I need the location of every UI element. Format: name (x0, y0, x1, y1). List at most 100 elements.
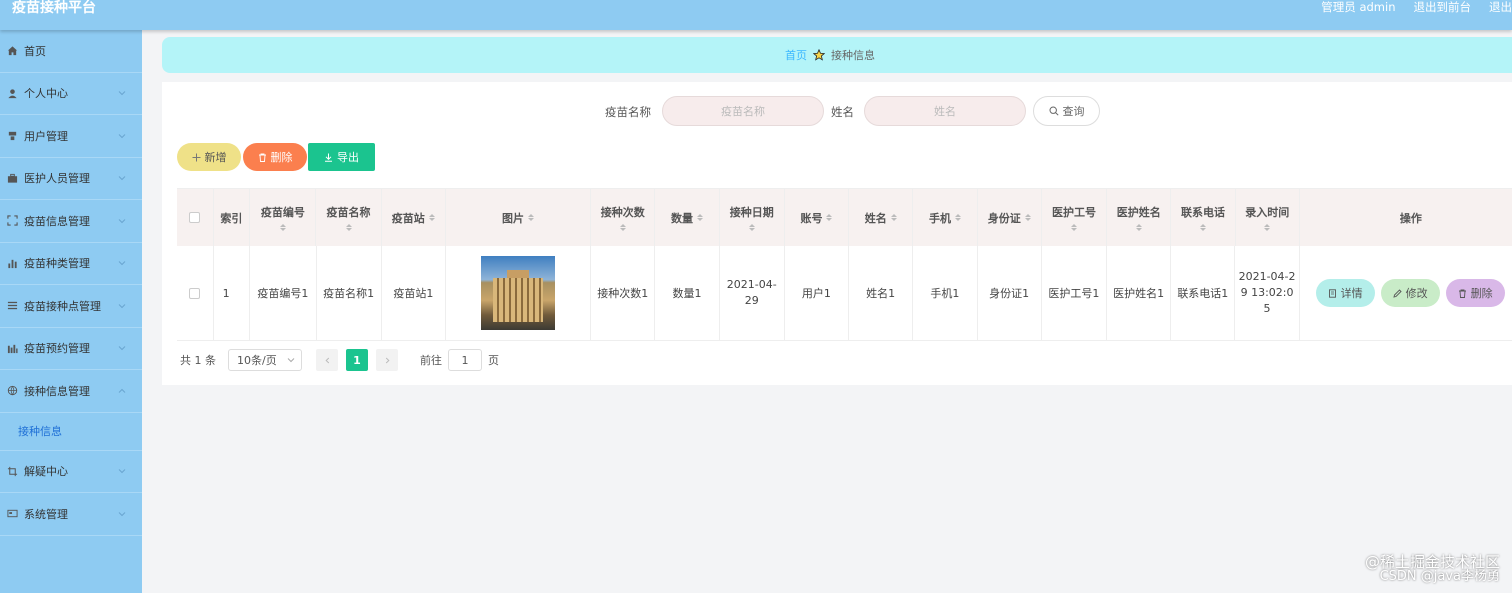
name-label: 姓名 (831, 105, 854, 119)
goto-label: 前往 (420, 354, 442, 367)
delete-button[interactable]: 删除 (243, 143, 307, 171)
sort-icon[interactable] (748, 224, 755, 231)
chevron-down-icon (118, 511, 126, 516)
chart-icon (6, 342, 18, 354)
column-header[interactable]: 图片 (446, 189, 592, 246)
sidebar-item-vaccine-category[interactable]: 疫苗种类管理 (0, 243, 142, 285)
sort-icon[interactable] (954, 214, 961, 221)
next-page-button[interactable] (376, 349, 398, 371)
column-header[interactable]: 医护姓名 (1107, 189, 1172, 246)
row-select-cell[interactable] (177, 246, 214, 340)
bar-chart-icon (6, 257, 18, 269)
list-icon (6, 300, 18, 312)
export-button[interactable]: 导出 (308, 143, 375, 171)
app-title: 疫苗接种平台 (12, 0, 96, 16)
sort-icon[interactable] (1264, 224, 1271, 231)
cell-vaccine-no: 疫苗编号1 (250, 246, 317, 340)
pagination-total: 共 1 条 (180, 354, 216, 367)
page-size-value: 10条/页 (237, 354, 277, 367)
chevron-down-icon (118, 303, 126, 308)
globe-icon (6, 385, 18, 397)
main-content: 疫苗名称 疫苗名称 姓名 姓名 查询 新增 删除 导出 索引 疫苗编号 疫苗名称… (162, 82, 1512, 385)
column-header[interactable]: 疫苗编号 (250, 189, 317, 246)
cell-times: 接种次数1 (591, 246, 656, 340)
sidebar-item-vaccination-site[interactable]: 疫苗接种点管理 (0, 285, 142, 328)
sidebar-item-vaccine-info[interactable]: 疫苗信息管理 (0, 200, 142, 243)
cell-name: 姓名1 (849, 246, 914, 340)
cell-quantity: 数量1 (655, 246, 720, 340)
breadcrumb-home-link[interactable]: 首页 (785, 47, 807, 63)
chevron-down-icon (287, 358, 295, 363)
table-row: 1 疫苗编号1 疫苗名称1 疫苗站1 接种次数1 数量1 2021-04-29 … (177, 246, 1512, 341)
sort-icon[interactable] (1135, 224, 1142, 231)
sidebar-item-personal-center[interactable]: 个人中心 (0, 73, 142, 115)
sort-icon[interactable] (1024, 214, 1031, 221)
row-delete-button[interactable]: 删除 (1445, 279, 1505, 307)
column-header[interactable]: 接种次数 (591, 189, 656, 246)
header-select-all[interactable] (177, 189, 214, 246)
select-all-checkbox[interactable] (189, 212, 201, 223)
sort-icon[interactable] (826, 214, 833, 221)
edit-button[interactable]: 修改 (1380, 279, 1440, 307)
column-header[interactable]: 接种日期 (720, 189, 785, 246)
cell-vaccine-name: 疫苗名称1 (317, 246, 382, 340)
sidebar-item-qa-center[interactable]: 解疑中心 (0, 451, 142, 493)
top-right-links: 管理员 admin 退出到前台 退出 (1321, 0, 1512, 16)
sidebar-item-home[interactable]: 首页 (0, 30, 142, 73)
page-number-current[interactable]: 1 (346, 349, 368, 371)
column-header[interactable]: 疫苗名称 (316, 189, 382, 246)
vaccine-name-label: 疫苗名称 (605, 105, 651, 119)
chevron-down-icon (118, 176, 126, 181)
sidebar-item-vaccine-booking[interactable]: 疫苗预约管理 (0, 328, 142, 370)
column-header[interactable]: 账号 (785, 189, 850, 246)
sort-icon[interactable] (890, 214, 897, 221)
column-header[interactable]: 疫苗站 (382, 189, 446, 246)
vaccine-name-input[interactable]: 疫苗名称 (662, 96, 824, 126)
detail-button[interactable]: 详情 (1315, 279, 1375, 307)
goto-page-input[interactable]: 1 (448, 349, 482, 371)
sidebar-item-vaccination-info-management[interactable]: 接种信息管理 (0, 370, 142, 413)
sort-icon[interactable] (428, 214, 435, 221)
sidebar-item-user-management[interactable]: 用户管理 (0, 115, 142, 158)
column-header[interactable]: 身份证 (978, 189, 1042, 246)
cell-image (446, 246, 592, 340)
sidebar-item-label: 解疑中心 (24, 465, 68, 479)
sidebar-item-label: 疫苗种类管理 (24, 257, 90, 271)
sidebar-item-system-management[interactable]: 系统管理 (0, 493, 142, 536)
column-header[interactable]: 姓名 (849, 189, 914, 246)
column-header[interactable]: 录入时间 (1236, 189, 1300, 246)
column-header[interactable]: 数量 (655, 189, 720, 246)
sidebar-subitem-vaccination-info[interactable]: 接种信息 (0, 413, 142, 451)
cell-actions: 详情 修改 删除 (1300, 246, 1512, 340)
column-header[interactable]: 联系电话 (1171, 189, 1236, 246)
page-size-select[interactable]: 10条/页 (228, 349, 302, 371)
sort-icon[interactable] (279, 224, 286, 231)
sort-icon[interactable] (619, 224, 626, 231)
row-checkbox[interactable] (189, 287, 201, 299)
goto-front-link[interactable]: 退出到前台 (1414, 0, 1472, 16)
sort-icon[interactable] (1070, 224, 1077, 231)
vaccine-station-image[interactable] (481, 256, 556, 330)
logout-link[interactable]: 退出 (1489, 0, 1512, 16)
column-header[interactable]: 医护工号 (1042, 189, 1108, 246)
cell-id-card: 身份证1 (978, 246, 1042, 340)
search-button[interactable]: 查询 (1033, 96, 1100, 126)
chevron-up-icon (118, 388, 126, 393)
cell-phone: 手机1 (913, 246, 978, 340)
edit-icon (1393, 288, 1402, 298)
sidebar-item-label: 接种信息管理 (24, 384, 90, 398)
name-input[interactable]: 姓名 (864, 96, 1026, 126)
sidebar-item-medical-staff[interactable]: 医护人员管理 (0, 158, 142, 200)
sort-icon[interactable] (696, 214, 703, 221)
cell-contact: 联系电话1 (1171, 246, 1236, 340)
chevron-down-icon (118, 91, 126, 96)
add-button[interactable]: 新增 (177, 143, 241, 171)
cell-account: 用户1 (785, 246, 850, 340)
column-header[interactable]: 手机 (913, 189, 978, 246)
sort-icon[interactable] (345, 224, 352, 231)
cell-staff-no: 医护工号1 (1042, 246, 1107, 340)
sort-icon[interactable] (528, 214, 535, 221)
prev-page-button[interactable] (316, 349, 338, 371)
sort-icon[interactable] (1199, 224, 1206, 231)
sidebar-item-label: 疫苗接种点管理 (24, 299, 101, 313)
